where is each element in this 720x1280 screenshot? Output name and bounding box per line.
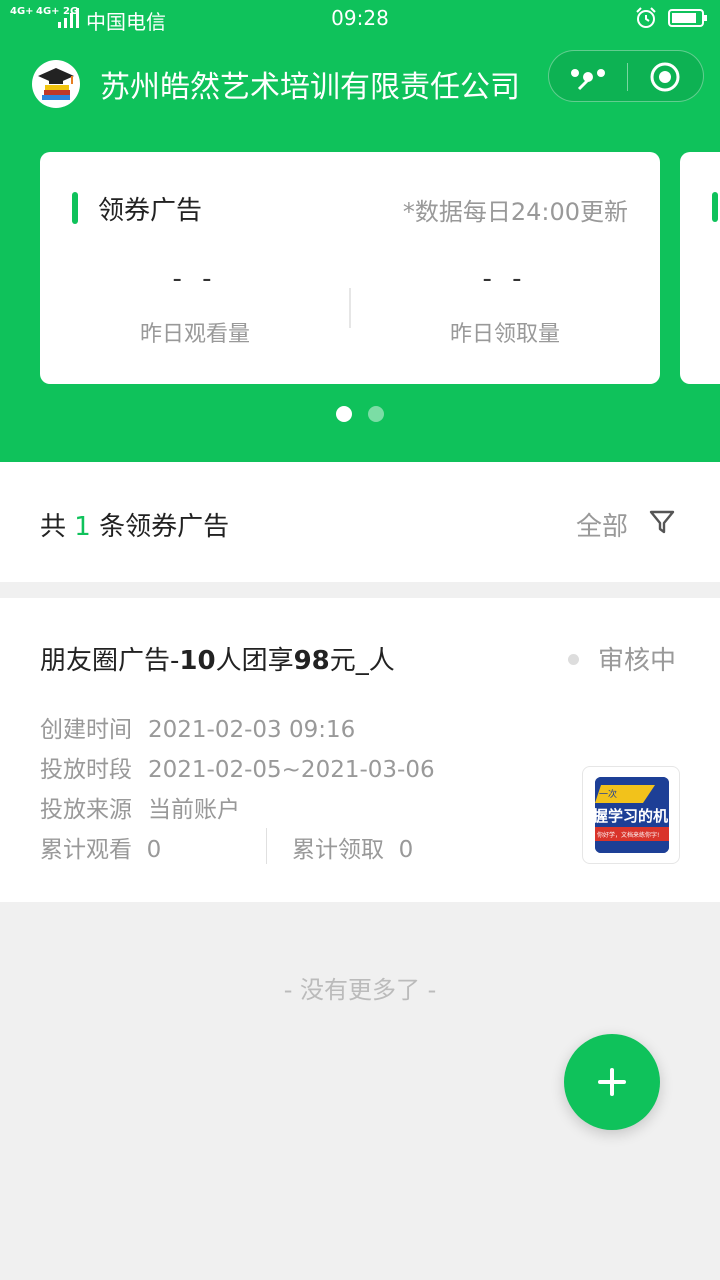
update-note: *数据每日24:00更新 xyxy=(402,198,628,226)
total-views: 累计观看 0 xyxy=(40,830,161,864)
total-claims-label: 累计领取 xyxy=(292,837,384,863)
stat-yesterday-views: - - 昨日观看量 xyxy=(40,264,350,348)
period-label: 投放时段 xyxy=(40,757,132,783)
filter-label[interactable]: 全部 xyxy=(576,506,628,543)
created-time-label: 创建时间 xyxy=(40,717,132,743)
card-accent-bar xyxy=(712,192,718,222)
status-time: 09:28 xyxy=(331,6,389,30)
stat-yesterday-claims: - - 昨日领取量 xyxy=(350,264,660,348)
ad-summary-bar: 共 1 条领券广告 全部 xyxy=(0,462,720,582)
thumb-text-bottom: 你好学，文档来练你字! xyxy=(597,831,659,839)
thumb-text-top: 一次 xyxy=(599,788,617,800)
stat-label: 昨日领取量 xyxy=(449,322,560,347)
total-claims-value: 0 xyxy=(398,837,414,863)
ad-creative-graphic: 一次 握学习的机 你好学，文档来练你字! xyxy=(595,777,669,853)
total-claims: 累计领取 0 xyxy=(292,830,413,864)
count-suffix: 条领券广告 xyxy=(99,512,230,542)
miniprogram-capsule xyxy=(548,50,704,102)
capsule-divider xyxy=(627,63,628,91)
ad-creative-image: 一次 握学习的机 你好学，文档来练你字! xyxy=(595,777,669,853)
more-options-icon[interactable] xyxy=(567,63,609,91)
status-dot xyxy=(568,654,579,665)
card-title: 领券广告 xyxy=(98,196,203,226)
company-name: 苏州皓然艺术培训有限责任公司 xyxy=(100,70,520,105)
company-avatar[interactable] xyxy=(32,60,80,108)
next-card-peek[interactable] xyxy=(680,152,720,384)
add-ad-button[interactable] xyxy=(564,1034,660,1130)
plus-icon-vertical xyxy=(610,1068,614,1096)
carousel-dot-active[interactable] xyxy=(336,406,352,422)
ad-title-segment: 元_人 xyxy=(329,646,395,676)
stats-card[interactable]: 领券广告 *数据每日24:00更新 - - 昨日观看量 - - 昨日领取量 xyxy=(40,152,660,384)
carousel-dot[interactable] xyxy=(368,406,384,422)
status-bar: 4G+ 4G+ 2G 中国电信 09:28 xyxy=(0,0,720,40)
ad-title: 朋友圈广告-10人团享98元_人 xyxy=(40,640,395,677)
ad-title-segment: 人团享 xyxy=(215,646,294,676)
review-status: 审核中 xyxy=(598,646,677,676)
ad-thumbnail[interactable]: 一次 握学习的机 你好学，文档来练你字! xyxy=(582,766,680,864)
no-more-text: - 没有更多了 - xyxy=(283,976,437,1004)
count-prefix: 共 xyxy=(40,512,67,542)
stat-value: - - xyxy=(172,264,218,294)
thumb-text-main: 握学习的机 xyxy=(595,807,668,825)
ad-title-segment: 朋友圈广告- xyxy=(40,646,180,676)
battery-icon xyxy=(668,9,707,27)
alarm-icon xyxy=(636,7,656,28)
created-time-value: 2021-02-03 09:16 xyxy=(148,717,356,743)
total-views-label: 累计观看 xyxy=(40,837,132,863)
stat-value: - - xyxy=(482,264,528,294)
ad-title-number: 10 xyxy=(179,646,216,676)
ad-title-number: 98 xyxy=(293,646,330,676)
ad-count: 1 xyxy=(74,512,91,542)
filter-funnel-icon[interactable] xyxy=(648,508,676,536)
total-views-value: 0 xyxy=(146,837,162,863)
ad-list-item[interactable]: 朋友圈广告-10人团享98元_人 审核中 创建时间 2021-02-03 09:1… xyxy=(0,598,720,902)
source-value: 当前账户 xyxy=(148,797,240,823)
period-value: 2021-02-05~2021-03-06 xyxy=(148,757,435,783)
period-row: 投放时段 2021-02-05~2021-03-06 xyxy=(40,750,435,784)
ad-count-text: 共 1 条领券广告 xyxy=(40,506,229,543)
close-miniprogram-icon[interactable] xyxy=(649,61,681,93)
source-label: 投放来源 xyxy=(40,797,132,823)
source-row: 投放来源 当前账户 xyxy=(40,790,240,824)
metrics-divider xyxy=(266,828,267,864)
graduation-cap-logo-icon xyxy=(38,68,74,100)
card-accent-bar xyxy=(72,192,78,224)
created-time-row: 创建时间 2021-02-03 09:16 xyxy=(40,710,355,744)
stat-label: 昨日观看量 xyxy=(139,322,250,347)
